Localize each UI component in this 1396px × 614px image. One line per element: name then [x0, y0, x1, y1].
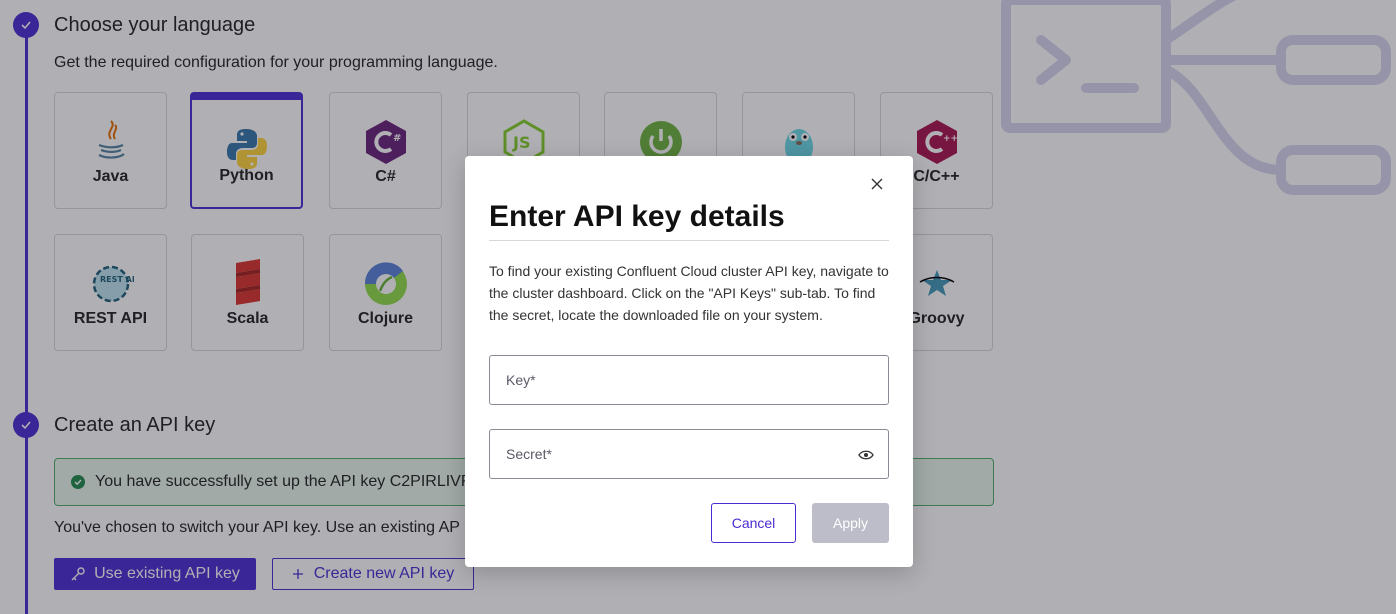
key-input[interactable]	[490, 356, 888, 404]
cancel-button[interactable]: Cancel	[711, 503, 796, 543]
close-icon[interactable]	[869, 176, 885, 192]
apply-button[interactable]: Apply	[812, 503, 889, 543]
key-field[interactable]	[489, 355, 889, 405]
eye-icon[interactable]	[858, 447, 874, 463]
api-key-modal: Enter API key details To find your exist…	[465, 156, 913, 567]
secret-input[interactable]	[490, 430, 888, 478]
secret-field[interactable]	[489, 429, 889, 479]
modal-title: Enter API key details	[489, 200, 785, 233]
modal-divider	[489, 240, 889, 241]
modal-description: To find your existing Confluent Cloud cl…	[489, 263, 889, 323]
